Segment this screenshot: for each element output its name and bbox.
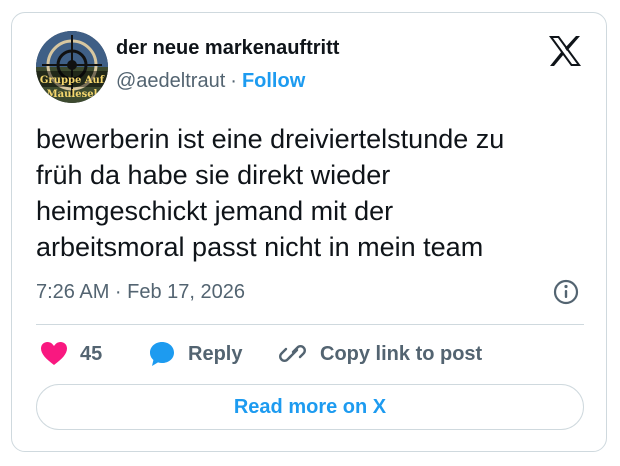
- author-handle-row: @aedeltraut · Follow: [116, 70, 305, 93]
- like-count: 45: [80, 342, 103, 365]
- author-display-name[interactable]: der neue markenauftritt: [116, 37, 339, 60]
- author-handle[interactable]: @aedeltraut: [116, 70, 225, 92]
- tweet-card: Gruppe Auf Maulesel der neue markenauftr…: [11, 12, 607, 452]
- speech-bubble-icon: [150, 342, 174, 366]
- divider: [36, 324, 584, 325]
- copy-link-button[interactable]: Copy link to post: [278, 339, 482, 369]
- x-logo-icon[interactable]: [548, 35, 582, 67]
- tweet-timestamp[interactable]: 7:26 AM · Feb 17, 2026: [36, 281, 245, 304]
- tweet-line: heimgeschickt jemand mit der: [36, 196, 394, 226]
- like-button[interactable]: 45: [40, 339, 102, 369]
- follow-button[interactable]: Follow: [242, 70, 305, 92]
- avatar-image: Gruppe Auf Maulesel: [36, 31, 108, 103]
- tweet-line: früh da habe sie direkt wieder: [36, 160, 391, 190]
- tweet-line: arbeitsmoral passt nicht in mein team: [36, 232, 484, 262]
- avatar[interactable]: Gruppe Auf Maulesel: [36, 31, 108, 103]
- avatar-text-bottom: Maulesel: [47, 89, 98, 100]
- avatar-text-top: Gruppe Auf: [40, 75, 105, 86]
- link-icon: [279, 345, 306, 362]
- reply-label: Reply: [188, 342, 243, 365]
- tweet-text: bewerberin ist eine dreiviertelstunde zu…: [36, 121, 596, 265]
- reply-button[interactable]: Reply: [148, 339, 242, 369]
- copy-link-label: Copy link to post: [320, 342, 483, 365]
- tweet-line: bewerberin ist eine dreiviertelstunde zu: [36, 124, 505, 154]
- info-icon[interactable]: [552, 278, 580, 306]
- read-more-button[interactable]: Read more on X: [36, 384, 584, 430]
- heart-icon: [41, 342, 67, 365]
- handle-separator: ·: [230, 70, 237, 92]
